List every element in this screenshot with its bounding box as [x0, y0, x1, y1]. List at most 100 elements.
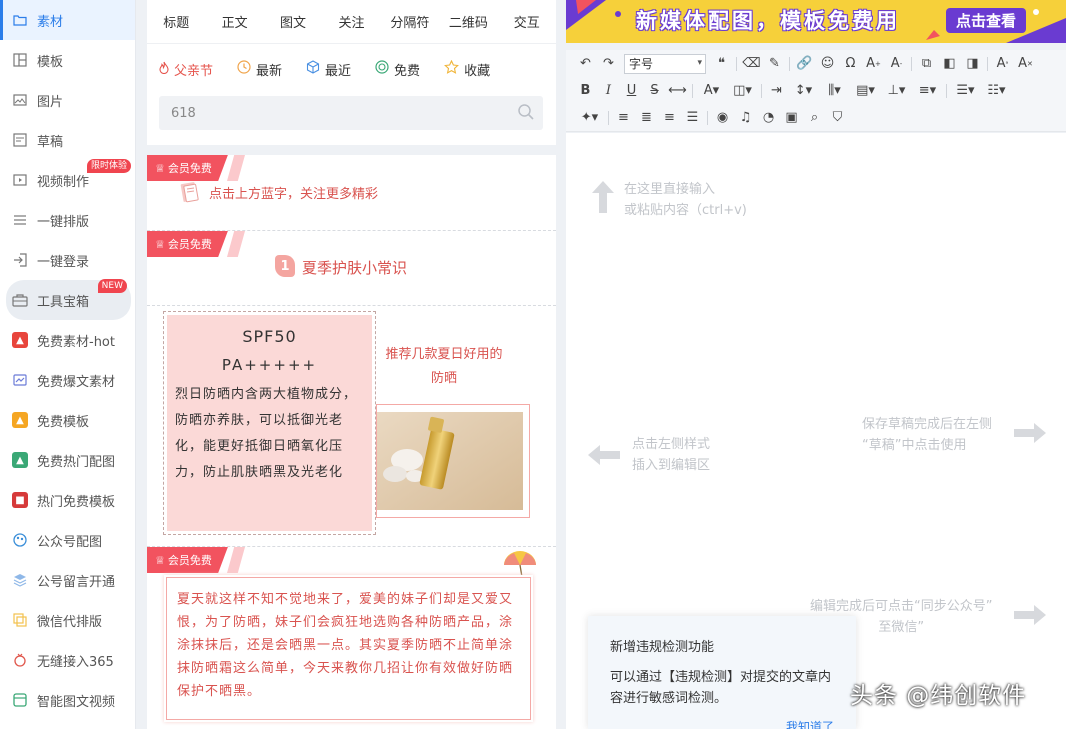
link-icon[interactable]: 🔗 [793, 53, 816, 75]
strikethrough-icon[interactable]: S [643, 80, 666, 102]
vertical-align-icon[interactable]: ⊥▾ [881, 80, 912, 102]
sidebar-item-material[interactable]: 素材 [0, 0, 135, 40]
sidebar-item-free-template[interactable]: ▲ 免费模板 [0, 400, 135, 440]
sunscreen-photo-frame [376, 404, 530, 518]
bold-icon[interactable]: B [574, 80, 597, 102]
sunscreen-photo [377, 412, 523, 510]
eraser-icon[interactable]: ⌫ [740, 53, 763, 75]
sidebar-item-free-viral-material[interactable]: 免费爆文素材 [0, 360, 135, 400]
magic-wand-icon[interactable]: ✦▾ [574, 107, 605, 129]
paragraph-format-icon[interactable]: ≡▾ [912, 80, 943, 102]
recommend-text: 推荐几款夏日好用的防晒 [385, 347, 503, 386]
palette-tool-icon[interactable]: ◔ [757, 107, 780, 129]
tab-title[interactable]: 标题 [147, 12, 205, 31]
sidebar-item-hot-free-template[interactable]: ■ 热门免费模板 [0, 480, 135, 520]
insert-image-icon[interactable]: ▣ [780, 107, 803, 129]
tab-interactive[interactable]: 交互 [498, 12, 556, 31]
font-decrease-icon[interactable]: A- [885, 53, 908, 75]
sidebar-item-one-click-login[interactable]: 一键登录 [0, 240, 135, 280]
filter-free[interactable]: 免费 [375, 60, 420, 79]
sidebar-item-wechat-typeset[interactable]: 微信代排版 [0, 600, 135, 640]
paragraph-spacing-icon[interactable]: ▤▾ [850, 80, 881, 102]
filter-recent[interactable]: 最近 [306, 60, 351, 79]
tab-divider[interactable]: 分隔符 [381, 12, 439, 31]
emoji-icon[interactable]: ☺ [816, 53, 839, 75]
sidebar-item-smart-video[interactable]: 智能图文视频 [0, 680, 135, 720]
tab-qrcode[interactable]: 二维码 [439, 12, 497, 31]
sidebar-item-template[interactable]: 模板 [0, 40, 135, 80]
draft-icon [12, 132, 28, 148]
filter-latest[interactable]: 最新 [237, 60, 282, 79]
horizontal-line-icon[interactable]: ⟷ [666, 80, 689, 102]
filter-label: 最近 [325, 63, 352, 79]
shield-icon[interactable]: ⛉ [826, 107, 849, 129]
sidebar-item-free-hot-image[interactable]: ▲ 免费热门配图 [0, 440, 135, 480]
arrow-up-icon [592, 181, 614, 213]
undo-icon[interactable]: ↶ [574, 53, 597, 75]
text-style-icon[interactable]: Aᵃ [991, 53, 1014, 75]
search-input[interactable] [159, 96, 499, 130]
align-right-icon[interactable]: ≡ [658, 107, 681, 129]
toolbar-separator [946, 83, 947, 98]
toolbar-separator [789, 56, 790, 71]
redo-icon[interactable]: ↷ [597, 53, 620, 75]
align-left-block-icon[interactable]: ◧ [938, 53, 961, 75]
paste-icon[interactable]: ⧉ [915, 53, 938, 75]
bullet-list-icon[interactable]: ☰▾ [950, 80, 981, 102]
plugin-icon [12, 652, 28, 668]
summer-text: 夏天就这样不知不觉地来了，爱美的妹子们却是又爱又恨，为了防晒，妹子们会疯狂地选购… [177, 592, 514, 699]
sidebar-item-image[interactable]: 图片 [0, 80, 135, 120]
font-increase-icon[interactable]: A + [862, 53, 885, 75]
quote-icon[interactable]: ❝ [710, 53, 733, 75]
filter-fathers-day[interactable]: 父亲节 [159, 60, 213, 79]
format-brush-icon[interactable]: ✎ [763, 53, 786, 75]
indent-icon[interactable]: ⇥ [765, 80, 788, 102]
text-clear-icon[interactable]: A ✕ [1014, 53, 1037, 75]
letter-spacing-icon[interactable]: ⫼▾ [819, 80, 850, 102]
divider [147, 305, 556, 306]
align-right-block-icon[interactable]: ◨ [961, 53, 984, 75]
video-insert-icon[interactable]: ◉ [711, 107, 734, 129]
sidebar-item-comment-open[interactable]: 公号留言开通 [0, 560, 135, 600]
hint-line: 插入到编辑区 [632, 458, 711, 473]
tab-follow[interactable]: 关注 [322, 12, 380, 31]
italic-icon[interactable]: I [597, 80, 620, 102]
toolbar-row-1: ↶ ↷ 字号 ▾ ❝ ⌫ ✎ 🔗 ☺ Ω A + A- ⧉ ◧ ◨ Aᵃ A ✕ [566, 50, 1066, 77]
sidebar-item-official-image[interactable]: 公众号配图 [0, 520, 135, 560]
chevron-down-icon: ▾ [697, 57, 702, 68]
sidebar-item-toolbox[interactable]: 工具宝箱 NEW [6, 279, 131, 320]
toolbar-separator [911, 56, 912, 71]
hint-line: 编辑完成后可点击“同步公众号” [810, 599, 993, 614]
spf-content: SPF50 PA+++++ 烈日防晒内含两大植物成分，防晒亦养肤，可以抵御光老化… [167, 315, 372, 531]
line-height-icon[interactable]: ↕▾ [788, 80, 819, 102]
filter-favorites[interactable]: 收藏 [444, 59, 490, 79]
banner-view-button[interactable]: 点击查看 [946, 8, 1027, 33]
font-size-select[interactable]: 字号 ▾ [624, 53, 706, 74]
align-left-icon[interactable]: ≡ [612, 107, 635, 129]
align-center-icon[interactable]: ≣ [635, 107, 658, 129]
notice-dismiss-link[interactable]: 我知道了 [786, 718, 834, 729]
omega-icon[interactable]: Ω [839, 53, 862, 75]
find-replace-icon[interactable]: ⌕ [803, 107, 826, 129]
draft-hint: 保存草稿完成后在左侧 “草稿”中点击使用 [862, 414, 992, 456]
underline-icon[interactable]: U [620, 80, 643, 102]
sidebar-item-seamless-365[interactable]: 无缝接入365 [0, 640, 135, 680]
umbrella-icon [502, 549, 538, 578]
numbered-list-icon[interactable]: ☷▾ [981, 80, 1012, 102]
hot-material-icon: ▲ [12, 332, 28, 348]
font-color-icon[interactable]: A▾ [696, 80, 727, 102]
background-color-icon[interactable]: ◫▾ [727, 80, 758, 102]
material-list: ♕ 会员免费 点击上方蓝字，关注更多精彩 ♕ 会员免费 1 夏季护肤小常识 SP… [147, 155, 556, 729]
sidebar-item-video[interactable]: 视频制作 限时体验 [0, 159, 135, 200]
promo-banner[interactable]: 新媒体配图，模板免费用 点击查看 [566, 0, 1066, 43]
tab-image-text[interactable]: 图文 [264, 12, 322, 31]
align-justify-icon[interactable]: ☰ [681, 107, 704, 129]
sidebar-item-free-material-hot[interactable]: ▲ 免费素材-hot [0, 320, 135, 360]
tab-body[interactable]: 正文 [205, 12, 263, 31]
sidebar-item-draft[interactable]: 草稿 [0, 120, 135, 160]
search-icon[interactable] [517, 103, 535, 121]
list-icon [12, 212, 28, 228]
sidebar-item-one-click-layout[interactable]: 一键排版 [0, 200, 135, 240]
watermark: 头条 @纬创软件 [850, 683, 1027, 709]
music-icon[interactable]: ♫ [734, 107, 757, 129]
